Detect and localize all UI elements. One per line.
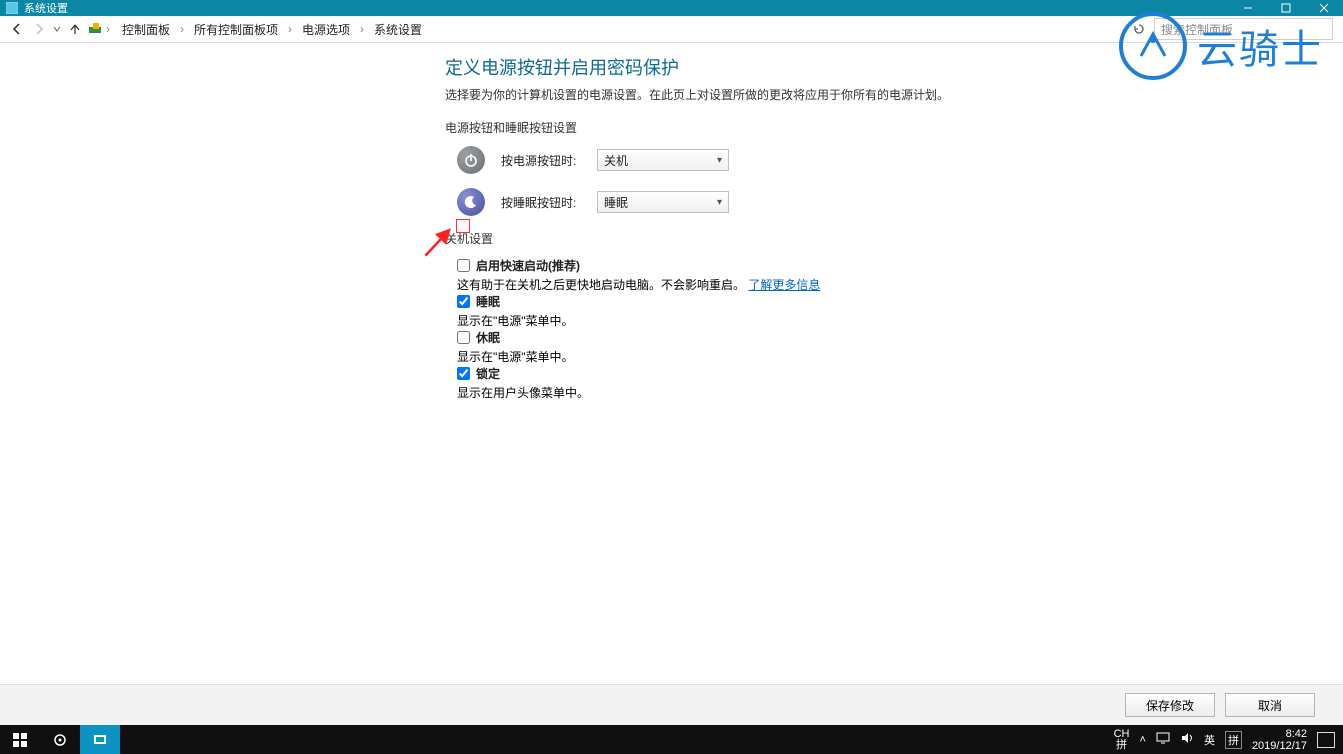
breadcrumb-sep: › bbox=[286, 22, 294, 36]
learn-more-link[interactable]: 了解更多信息 bbox=[748, 278, 820, 292]
taskbar-control-panel[interactable] bbox=[80, 725, 120, 754]
back-button[interactable] bbox=[6, 18, 28, 40]
option-sleep: 睡眠 bbox=[457, 293, 1323, 310]
tray-notification-icon[interactable] bbox=[1317, 732, 1335, 748]
sleep-desc: 显示在"电源"菜单中。 bbox=[457, 312, 1323, 329]
page-subtitle: 选择要为你的计算机设置的电源设置。在此页上对设置所做的更改将应用于你所有的电源计… bbox=[445, 86, 1323, 103]
tray-network-icon[interactable] bbox=[1156, 732, 1170, 747]
hibernate-label: 休眠 bbox=[476, 329, 500, 346]
crumb-system-settings[interactable]: 系统设置 bbox=[370, 19, 426, 40]
titlebar: 系统设置 bbox=[0, 0, 1343, 16]
breadcrumb-sep: › bbox=[358, 22, 366, 36]
window-title: 系统设置 bbox=[24, 0, 68, 16]
navbar: › 控制面板 › 所有控制面板项 › 电源选项 › 系统设置 搜索控制面板 bbox=[0, 16, 1343, 43]
section-shutdown: 关机设置 bbox=[445, 230, 1323, 247]
system-tray: CH 拼 ˄ 英 拼 8:42 2019/12/17 bbox=[1114, 728, 1343, 752]
option-lock: 锁定 bbox=[457, 365, 1323, 382]
sleep-label: 睡眠 bbox=[476, 293, 500, 310]
sleep-button-label: 按睡眠按钮时: bbox=[501, 194, 581, 211]
minimize-button[interactable] bbox=[1229, 0, 1267, 16]
close-button[interactable] bbox=[1305, 0, 1343, 16]
chevron-down-icon: ▾ bbox=[717, 155, 722, 166]
crumb-power-options[interactable]: 电源选项 bbox=[298, 19, 354, 40]
sleep-button-value: 睡眠 bbox=[604, 194, 628, 211]
option-fast-startup: 启用快速启动(推荐) bbox=[457, 257, 1323, 274]
row-sleep-button: 按睡眠按钮时: 睡眠 ▾ bbox=[457, 188, 1323, 216]
ime-indicator[interactable]: CH 拼 bbox=[1114, 729, 1130, 751]
forward-button[interactable] bbox=[28, 18, 50, 40]
sleep-checkbox[interactable] bbox=[457, 295, 470, 308]
tray-clock[interactable]: 8:42 2019/12/17 bbox=[1252, 728, 1307, 752]
section-power-buttons: 电源按钮和睡眠按钮设置 bbox=[445, 119, 1323, 136]
power-button-label: 按电源按钮时: bbox=[501, 152, 581, 169]
breadcrumb-sep: › bbox=[178, 22, 186, 36]
tray-keyboard[interactable]: 拼 bbox=[1225, 731, 1242, 749]
crumb-control-panel[interactable]: 控制面板 bbox=[118, 19, 174, 40]
hibernate-desc: 显示在"电源"菜单中。 bbox=[457, 348, 1323, 365]
main-content: 定义电源按钮并启用密码保护 选择要为你的计算机设置的电源设置。在此页上对设置所做… bbox=[445, 54, 1323, 401]
search-placeholder: 搜索控制面板 bbox=[1161, 21, 1233, 38]
recent-dropdown[interactable] bbox=[50, 18, 64, 40]
refresh-button[interactable] bbox=[1128, 18, 1150, 40]
start-button[interactable] bbox=[0, 725, 40, 754]
chevron-down-icon: ▾ bbox=[717, 197, 722, 208]
breadcrumb: 控制面板 › 所有控制面板项 › 电源选项 › 系统设置 bbox=[118, 19, 1128, 40]
row-power-button: 按电源按钮时: 关机 ▾ bbox=[457, 146, 1323, 174]
crumb-all-items[interactable]: 所有控制面板项 bbox=[190, 19, 282, 40]
sleep-icon bbox=[457, 188, 485, 216]
breadcrumb-sep: › bbox=[104, 22, 112, 36]
up-button[interactable] bbox=[64, 18, 86, 40]
power-icon bbox=[457, 146, 485, 174]
lock-desc: 显示在用户头像菜单中。 bbox=[457, 384, 1323, 401]
power-button-dropdown[interactable]: 关机 ▾ bbox=[597, 149, 729, 171]
fast-startup-desc: 这有助于在关机之后更快地启动电脑。不会影响重启。 了解更多信息 bbox=[457, 276, 1323, 293]
option-hibernate: 休眠 bbox=[457, 329, 1323, 346]
tray-chevron-up-icon[interactable]: ˄ bbox=[1140, 734, 1146, 746]
lock-label: 锁定 bbox=[476, 365, 500, 382]
taskbar-settings[interactable] bbox=[40, 725, 80, 754]
save-button[interactable]: 保存修改 bbox=[1125, 693, 1215, 717]
page-title: 定义电源按钮并启用密码保护 bbox=[445, 54, 1323, 80]
tray-lang[interactable]: 英 bbox=[1204, 732, 1215, 748]
location-icon bbox=[86, 18, 104, 40]
lock-checkbox[interactable] bbox=[457, 367, 470, 380]
bottom-bar: 保存修改 取消 bbox=[0, 684, 1343, 725]
taskbar: CH 拼 ˄ 英 拼 8:42 2019/12/17 bbox=[0, 725, 1343, 754]
maximize-button[interactable] bbox=[1267, 0, 1305, 16]
hibernate-checkbox[interactable] bbox=[457, 331, 470, 344]
app-icon bbox=[6, 2, 18, 14]
search-input[interactable]: 搜索控制面板 bbox=[1154, 18, 1333, 40]
tray-volume-icon[interactable] bbox=[1180, 732, 1194, 747]
cancel-button[interactable]: 取消 bbox=[1225, 693, 1315, 717]
sleep-button-dropdown[interactable]: 睡眠 ▾ bbox=[597, 191, 729, 213]
power-button-value: 关机 bbox=[604, 152, 628, 169]
fast-startup-checkbox[interactable] bbox=[457, 259, 470, 272]
fast-startup-label: 启用快速启动(推荐) bbox=[476, 257, 580, 274]
